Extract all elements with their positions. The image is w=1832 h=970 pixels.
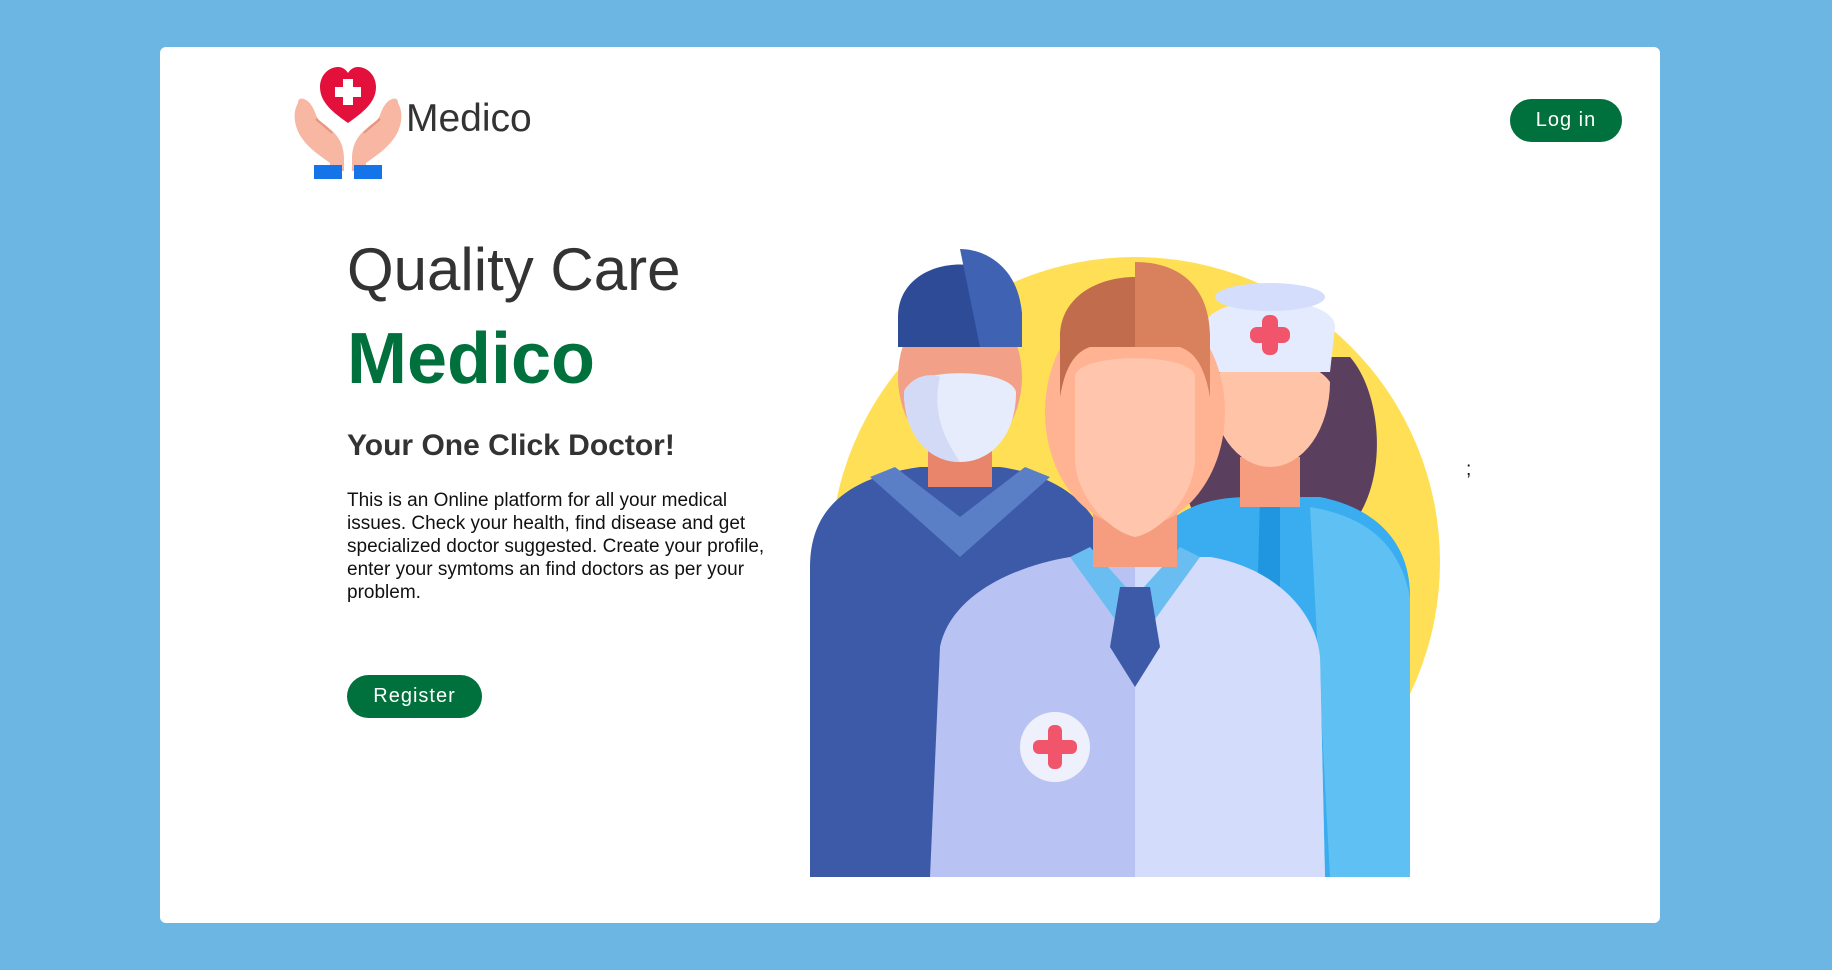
tagline: Your One Click Doctor! [347, 429, 675, 462]
hero-brand: Medico [347, 319, 596, 399]
register-button[interactable]: Register [347, 675, 482, 718]
hero-description: This is an Online platform for all your … [347, 490, 765, 603]
heart-in-hands-icon [294, 67, 402, 179]
login-button[interactable]: Log in [1510, 99, 1622, 142]
stray-text: ; [1466, 459, 1472, 480]
main-card: Medico Log in Quality Care Medico Your O… [160, 47, 1660, 923]
brand-name: Medico [406, 97, 532, 140]
hero-title: Quality Care [347, 236, 681, 303]
medical-team-illustration [810, 249, 1440, 877]
